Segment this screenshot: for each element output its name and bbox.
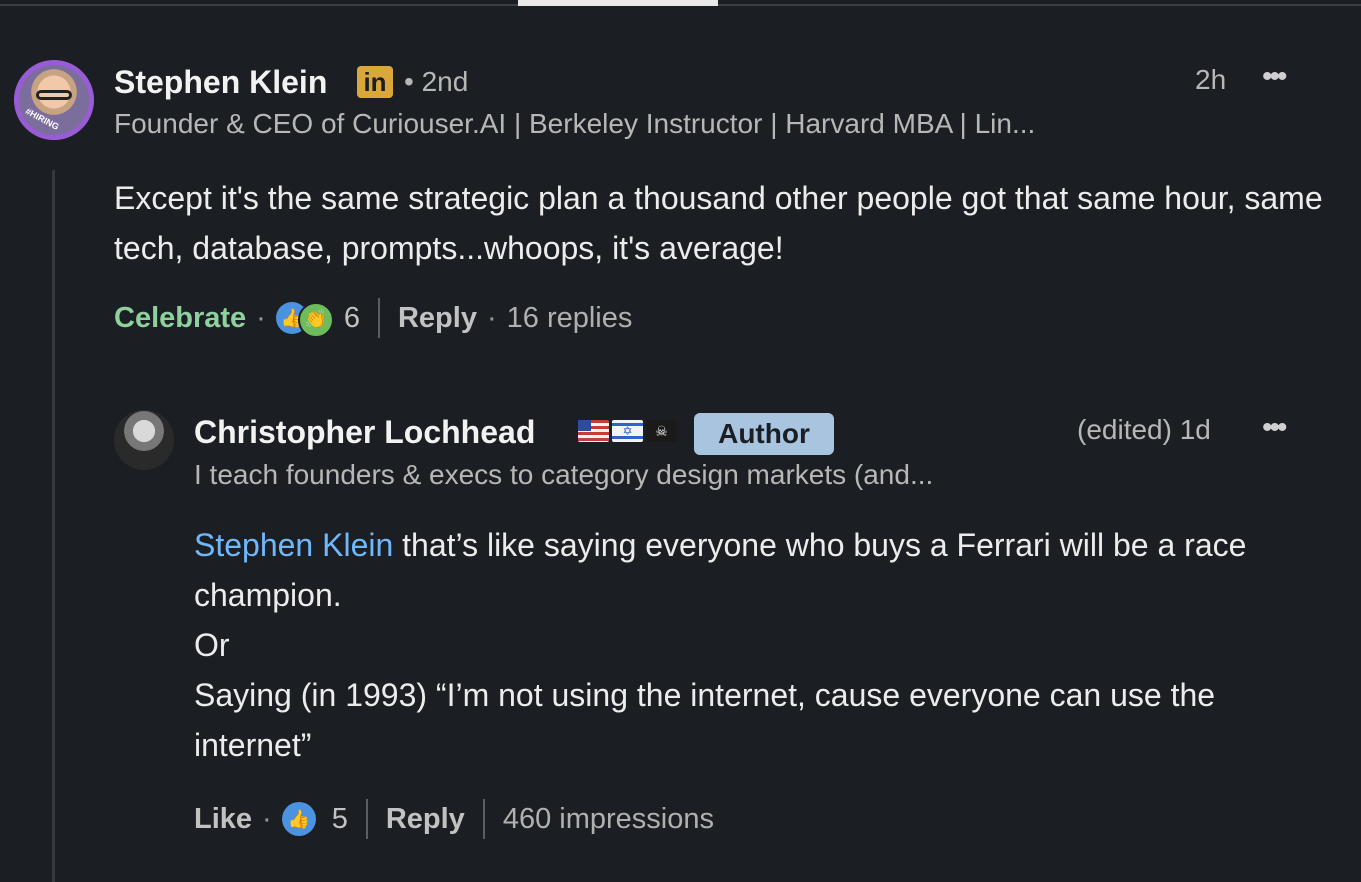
commenter-headline: Founder & CEO of Curiouser.AI | Berkeley… xyxy=(114,108,1036,139)
linkedin-icon: in xyxy=(357,66,393,98)
commenter-name[interactable]: Christopher Lochhead xyxy=(194,414,535,451)
avatar[interactable]: #HIRING xyxy=(14,60,94,140)
thread-line xyxy=(52,170,55,882)
impressions-count: 460 impressions xyxy=(502,802,714,835)
reply-line-2: Or xyxy=(194,627,230,663)
like-icon[interactable]: 👍 xyxy=(281,802,316,836)
reply-button[interactable]: Reply xyxy=(398,302,477,335)
separator-dot: · xyxy=(256,301,266,334)
divider xyxy=(482,799,485,839)
separator-dot: · xyxy=(486,301,497,334)
reply-line-1: Stephen Klein that’s like saying everyon… xyxy=(194,520,1334,620)
replies-count[interactable]: 16 replies xyxy=(507,302,633,335)
mention-link[interactable]: Stephen Klein xyxy=(194,527,393,563)
reply-button[interactable]: Reply xyxy=(386,803,465,836)
more-options-icon[interactable]: ••• xyxy=(1262,411,1287,445)
avatar[interactable] xyxy=(114,410,174,470)
connection-degree: • 2nd xyxy=(404,66,469,97)
celebrate-button[interactable]: Celebrate xyxy=(114,302,246,335)
divider xyxy=(365,799,368,839)
celebrate-icon: 👏 xyxy=(297,302,334,338)
reply-actions: Like · 👍 5 Reply 460 impressions xyxy=(194,797,714,841)
more-options-icon[interactable]: ••• xyxy=(1262,60,1287,94)
us-flag-icon xyxy=(578,420,609,442)
like-button[interactable]: Like xyxy=(194,803,252,836)
flag-emojis: ✡ ☠ xyxy=(578,420,677,442)
reply-line-3: Saying (in 1993) “I’m not using the inte… xyxy=(194,677,1216,763)
commenter-name[interactable]: Stephen Klein xyxy=(114,64,327,101)
divider xyxy=(377,298,380,338)
author-badge: Author xyxy=(694,413,834,455)
comment-time: (edited) 1d xyxy=(1077,414,1211,445)
comment-text: Except it's the same strategic plan a th… xyxy=(114,180,1323,266)
comment-actions: Celebrate · 👍 👏 6 Reply · 16 replies xyxy=(114,296,632,340)
commenter-headline: I teach founders & execs to category des… xyxy=(194,459,934,490)
pirate-flag-icon: ☠ xyxy=(646,420,677,442)
active-tab-indicator xyxy=(518,0,718,6)
israel-flag-icon: ✡ xyxy=(612,420,643,442)
reply-text: Stephen Klein that’s like saying everyon… xyxy=(194,520,1334,770)
separator-dot: · xyxy=(262,802,272,835)
reaction-count[interactable]: 6 xyxy=(344,302,360,335)
reaction-count[interactable]: 5 xyxy=(332,803,348,836)
reactions-summary[interactable]: 👍 👏 xyxy=(275,300,334,338)
comment-time: 2h xyxy=(1195,64,1227,95)
